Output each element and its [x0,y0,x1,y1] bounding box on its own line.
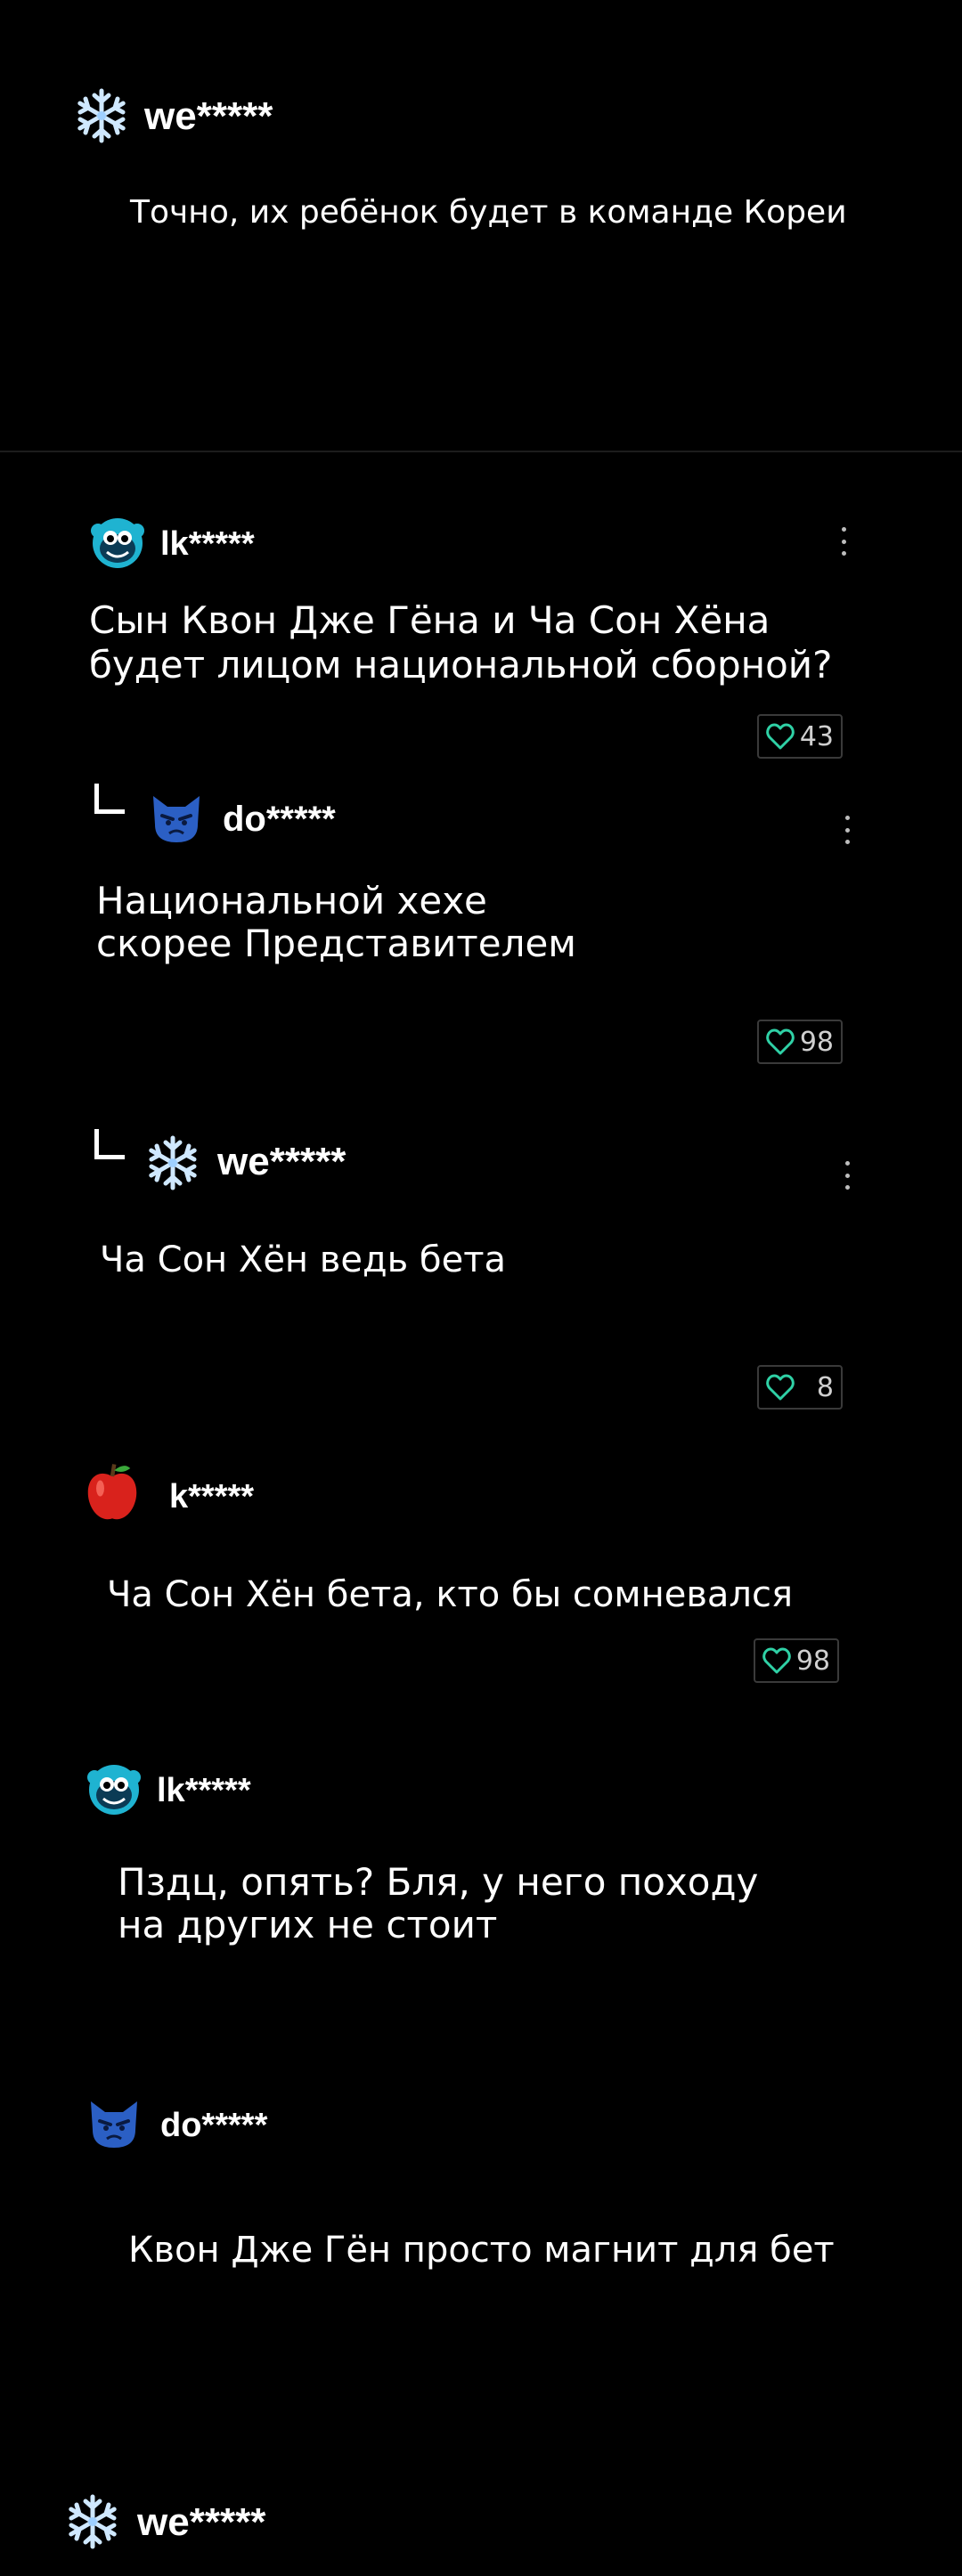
username[interactable]: we***** [137,2500,265,2545]
snowflake-icon [144,1134,201,1191]
comment-text: Ча Сон Хён ведь бета [100,1239,507,1280]
username[interactable]: lk***** [160,525,255,564]
username[interactable]: we***** [217,1140,346,1184]
like-button[interactable]: 98 [754,1638,839,1683]
like-count: 98 [799,1026,834,1058]
red-apple-icon [80,1460,144,1524]
more-options-icon[interactable] [841,1158,853,1193]
like-count: 43 [799,720,834,752]
heart-icon [766,1028,795,1055]
comment-text: Пздц, опять? Бля, у него походу на други… [118,1860,759,1946]
angry-cat-icon [86,2094,143,2151]
like-count: 8 [816,1371,834,1403]
more-options-icon[interactable] [837,524,850,559]
monkey-face-icon [86,1761,143,1818]
comment-text: Квон Дже Гён просто магнит для бет [128,2230,835,2271]
comment-text: Сын Квон Дже Гёна и Ча Сон Хёна будет ли… [89,598,833,687]
angry-cat-icon [148,789,205,846]
username[interactable]: do***** [160,2107,267,2145]
comment-text: Ча Сон Хён бета, кто бы сомневался [107,1574,794,1615]
like-button[interactable]: 43 [757,714,843,759]
heart-icon [766,723,795,750]
snowflake-icon [73,87,130,144]
username[interactable]: lk***** [157,1772,251,1810]
reply-arrow-icon [94,1129,125,1159]
comment-text: Национальной хехе скорее Представителем [96,879,576,965]
username[interactable]: k***** [169,1478,254,1516]
more-options-icon[interactable] [841,812,853,848]
like-button[interactable]: 98 [757,1020,843,1064]
username[interactable]: do***** [223,800,336,840]
heart-icon [766,1374,795,1401]
like-button[interactable]: 8 [757,1365,843,1410]
comment-text: Точно, их ребёнок будет в команде Кореи [130,194,847,231]
divider [0,451,962,452]
username[interactable]: we***** [144,94,273,139]
like-count: 98 [795,1645,830,1677]
monkey-face-icon [89,515,146,572]
snowflake-icon [64,2493,121,2550]
reply-arrow-icon [94,784,125,814]
heart-icon [762,1647,791,1674]
